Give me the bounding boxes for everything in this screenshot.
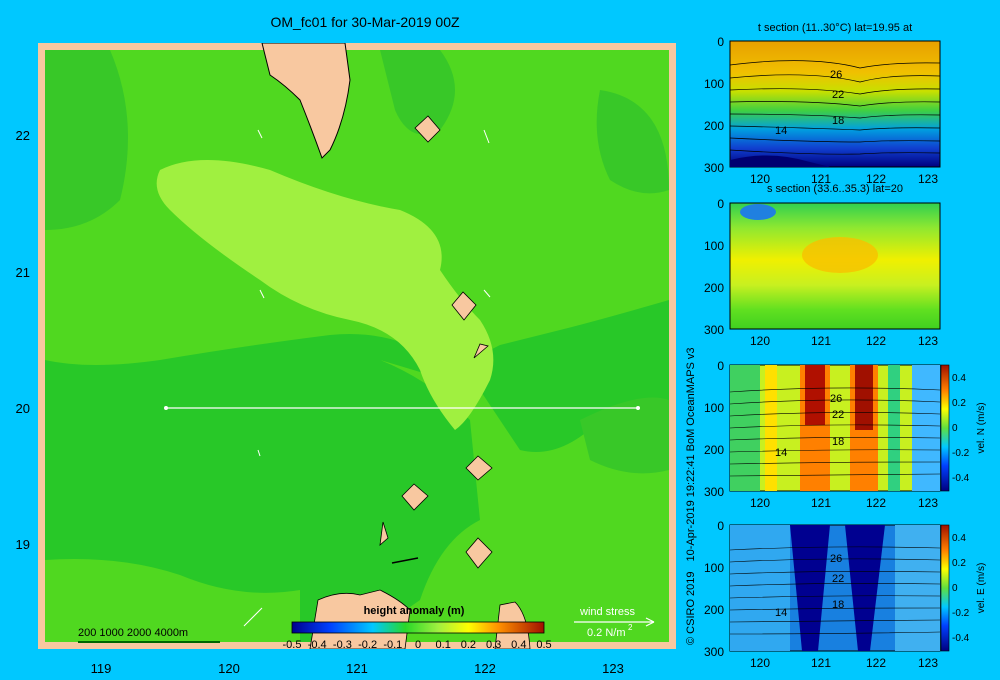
panel-x-tick: 120 bbox=[750, 334, 770, 348]
vel-colorbar bbox=[940, 524, 950, 652]
colorbar-tick: 0.4 bbox=[511, 639, 526, 651]
x-tick: 121 bbox=[346, 661, 368, 676]
contour-label: 18 bbox=[832, 599, 844, 611]
x-tick: 120 bbox=[218, 661, 240, 676]
panel-y-tick: 300 bbox=[704, 161, 724, 175]
panel-y-tick: 0 bbox=[717, 519, 724, 533]
panel-y-tick: 300 bbox=[704, 485, 724, 499]
panel-x-tick: 120 bbox=[750, 496, 770, 510]
contour-label: 22 bbox=[832, 573, 844, 585]
panel-vel-n bbox=[729, 364, 950, 492]
colorbar-tick: 0 bbox=[415, 639, 421, 651]
panel-x-tick: 120 bbox=[750, 172, 770, 186]
depth-legend: 200 1000 2000 4000m bbox=[78, 627, 188, 639]
panel-y-tick: 0 bbox=[717, 359, 724, 373]
vel-cbar-tick: 0.4 bbox=[952, 373, 966, 384]
colorbar-title: height anomaly (m) bbox=[364, 605, 465, 617]
panel-y-tick: 100 bbox=[704, 401, 724, 415]
x-tick: 119 bbox=[91, 661, 112, 676]
panel-y-tick: 100 bbox=[704, 77, 724, 91]
panel-x-tick: 123 bbox=[918, 496, 938, 510]
panel-x-tick: 120 bbox=[750, 656, 770, 670]
y-tick: 21 bbox=[16, 265, 30, 280]
panel-x-tick: 122 bbox=[866, 172, 886, 186]
contour-label: 22 bbox=[832, 409, 844, 421]
credit-text: © CSIRO 201910-Apr-2019 19:22:41 BoM Oce… bbox=[685, 347, 697, 645]
contour-label: 18 bbox=[832, 115, 844, 127]
colorbar-tick: -0.1 bbox=[383, 639, 402, 651]
y-tick: 19 bbox=[16, 537, 30, 552]
panel-plot bbox=[729, 40, 941, 168]
main-map: 22 21 20 19 119 120 121 122 123 200 1000… bbox=[16, 43, 676, 676]
contour-label: 14 bbox=[775, 607, 787, 619]
colorbar-tick: -0.3 bbox=[333, 639, 352, 651]
y-tick: 20 bbox=[16, 401, 30, 416]
section-panels: t section (11..30°C) lat=19.95 at s sect… bbox=[704, 22, 987, 670]
panel-y-tick: 0 bbox=[717, 197, 724, 211]
wind-label: wind stress bbox=[579, 606, 636, 618]
vel-cbar-tick: -0.2 bbox=[952, 448, 970, 459]
panel-vel-e bbox=[729, 524, 950, 652]
panel-y-tick: 300 bbox=[704, 645, 724, 659]
svg-text:2: 2 bbox=[628, 623, 633, 632]
vel-cbar-tick: -0.2 bbox=[952, 608, 970, 619]
y-tick: 22 bbox=[16, 128, 30, 143]
panel-y-tick: 100 bbox=[704, 239, 724, 253]
panel-x-tick: 121 bbox=[811, 334, 831, 348]
cbar-label: vel. N (m/s) bbox=[976, 402, 987, 453]
x-tick: 122 bbox=[474, 661, 496, 676]
cbar-label: vel. E (m/s) bbox=[976, 563, 987, 614]
wind-unit: 0.2 N/m bbox=[587, 627, 626, 639]
colorbar-tick: -0.5 bbox=[283, 639, 302, 651]
contour-label: 14 bbox=[775, 447, 787, 459]
colorbar-tick: 0.2 bbox=[461, 639, 476, 651]
vel-cbar-tick: 0.4 bbox=[952, 533, 966, 544]
panel-x-tick: 121 bbox=[811, 496, 831, 510]
vel-cbar-tick: -0.4 bbox=[952, 473, 970, 484]
panel-x-tick: 121 bbox=[811, 656, 831, 670]
colorbar-tick: 0.3 bbox=[486, 639, 501, 651]
colorbar-tick: -0.4 bbox=[308, 639, 327, 651]
panel-x-tick: 123 bbox=[918, 172, 938, 186]
panel-title: t section (11..30°C) lat=19.95 at bbox=[758, 22, 912, 34]
panel-plot bbox=[729, 364, 941, 492]
contour-label: 26 bbox=[830, 69, 842, 81]
panel-y-tick: 200 bbox=[704, 281, 724, 295]
panel-y-tick: 200 bbox=[704, 443, 724, 457]
panel-y-tick: 200 bbox=[704, 603, 724, 617]
vel-cbar-tick: 0 bbox=[952, 423, 958, 434]
contour-label: 18 bbox=[832, 436, 844, 448]
svg-text:© CSIRO 201910-Apr-2019 19:22:: © CSIRO 201910-Apr-2019 19:22:41 BoM Oce… bbox=[685, 347, 697, 645]
colorbar-tick: -0.2 bbox=[358, 639, 377, 651]
panel-s-section bbox=[729, 202, 941, 330]
colorbar bbox=[291, 621, 545, 634]
vel-cbar-tick: -0.4 bbox=[952, 633, 970, 644]
panel-x-tick: 123 bbox=[918, 334, 938, 348]
panel-y-tick: 0 bbox=[717, 35, 724, 49]
panel-t-section bbox=[729, 40, 941, 168]
x-tick: 123 bbox=[602, 661, 624, 676]
vel-cbar-tick: 0.2 bbox=[952, 398, 966, 409]
panel-x-tick: 122 bbox=[866, 496, 886, 510]
panel-x-tick: 122 bbox=[866, 656, 886, 670]
panel-x-tick: 121 bbox=[811, 172, 831, 186]
vel-cbar-tick: 0 bbox=[952, 583, 958, 594]
vel-colorbar bbox=[940, 364, 950, 492]
contour-label: 26 bbox=[830, 393, 842, 405]
panel-x-tick: 123 bbox=[918, 656, 938, 670]
panel-y-tick: 300 bbox=[704, 323, 724, 337]
contour-label: 26 bbox=[830, 553, 842, 565]
panel-y-tick: 200 bbox=[704, 119, 724, 133]
colorbar-tick: 0.1 bbox=[436, 639, 451, 651]
panel-y-tick: 100 bbox=[704, 561, 724, 575]
contour-label: 22 bbox=[832, 89, 844, 101]
contour-label: 14 bbox=[775, 125, 787, 137]
vel-cbar-tick: 0.2 bbox=[952, 558, 966, 569]
colorbar-tick: 0.5 bbox=[536, 639, 551, 651]
panel-x-tick: 122 bbox=[866, 334, 886, 348]
